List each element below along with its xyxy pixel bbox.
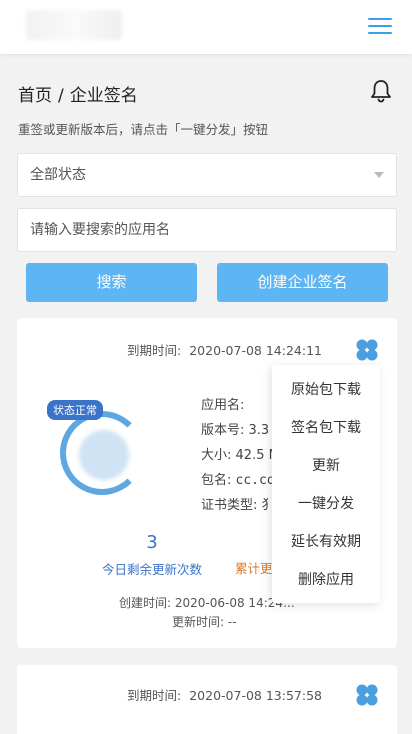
search-button[interactable]: 搜索 bbox=[26, 263, 197, 302]
remaining-updates-label: 今日剩余更新次数 bbox=[101, 562, 202, 577]
hamburger-menu-icon[interactable] bbox=[368, 18, 392, 36]
expire-label: 到期时间: bbox=[127, 688, 182, 703]
menu-item-one-click-distribute[interactable]: 一键分发 bbox=[272, 485, 380, 523]
status-badge: 状态正常 bbox=[47, 400, 103, 420]
app-icon bbox=[79, 430, 129, 480]
breadcrumb-separator: / bbox=[58, 86, 64, 106]
updated-label: 更新时间: bbox=[172, 615, 225, 629]
expire-time: 到期时间: 2020-07-08 13:57:58 bbox=[127, 685, 322, 704]
app-actions-menu: 原始包下载 签名包下载 更新 一键分发 延长有效期 删除应用 bbox=[272, 365, 380, 603]
status-filter-select[interactable]: 全部状态 bbox=[17, 153, 397, 197]
created-time: 创建时间: 2020-06-08 14:24:.. bbox=[119, 594, 295, 611]
package-label: 包名: bbox=[201, 473, 232, 488]
status-filter-value: 全部状态 bbox=[30, 167, 86, 183]
breadcrumb-current: 企业签名 bbox=[69, 86, 138, 106]
expire-label: 到期时间: bbox=[127, 343, 182, 358]
expire-value: 2020-07-08 13:57:58 bbox=[189, 688, 322, 703]
package-value: cc.co bbox=[235, 473, 275, 488]
breadcrumb: 首页 / 企业签名 bbox=[18, 81, 138, 106]
expire-time: 到期时间: 2020-07-08 14:24:11 bbox=[127, 340, 322, 359]
create-signature-button[interactable]: 创建企业签名 bbox=[217, 263, 388, 302]
clover-menu-icon[interactable] bbox=[355, 683, 379, 707]
version-label: 版本号: bbox=[201, 423, 245, 438]
updated-value: -- bbox=[227, 615, 237, 629]
search-input[interactable] bbox=[17, 208, 397, 252]
total-updates-label: 累计更 bbox=[235, 561, 273, 576]
menu-item-delete-app[interactable]: 删除应用 bbox=[272, 561, 380, 599]
clover-menu-icon[interactable] bbox=[355, 338, 379, 362]
cert-label: 证书类型: bbox=[201, 498, 258, 513]
created-label: 创建时间: bbox=[119, 596, 172, 610]
remaining-updates-stat: 3 今日剩余更新次数 bbox=[97, 532, 207, 578]
version-value: 3.3 bbox=[248, 423, 270, 438]
top-bar bbox=[0, 0, 412, 54]
bell-icon[interactable] bbox=[370, 79, 392, 103]
chevron-down-icon bbox=[374, 172, 384, 178]
updated-time: 更新时间: -- bbox=[172, 613, 237, 630]
app-info: 应用名: 版本号: 3.3 大小: 42.5 M 包名: cc.co 证书类型:… bbox=[201, 393, 280, 518]
menu-item-update[interactable]: 更新 bbox=[272, 447, 380, 485]
logo bbox=[26, 10, 122, 40]
app-name-label: 应用名: bbox=[201, 398, 245, 413]
menu-item-extend-validity[interactable]: 延长有效期 bbox=[272, 523, 380, 561]
size-label: 大小: bbox=[201, 448, 232, 463]
menu-item-signed-download[interactable]: 签名包下载 bbox=[272, 409, 380, 447]
menu-item-original-download[interactable]: 原始包下载 bbox=[272, 371, 380, 409]
app-card: 到期时间: 2020-07-08 13:57:58 bbox=[17, 665, 397, 734]
breadcrumb-home[interactable]: 首页 bbox=[18, 86, 52, 106]
expire-value: 2020-07-08 14:24:11 bbox=[189, 343, 322, 358]
hint-text: 重签或更新版本后，请点击「一键分发」按钮 bbox=[18, 122, 269, 137]
remaining-updates-count: 3 bbox=[146, 532, 158, 553]
